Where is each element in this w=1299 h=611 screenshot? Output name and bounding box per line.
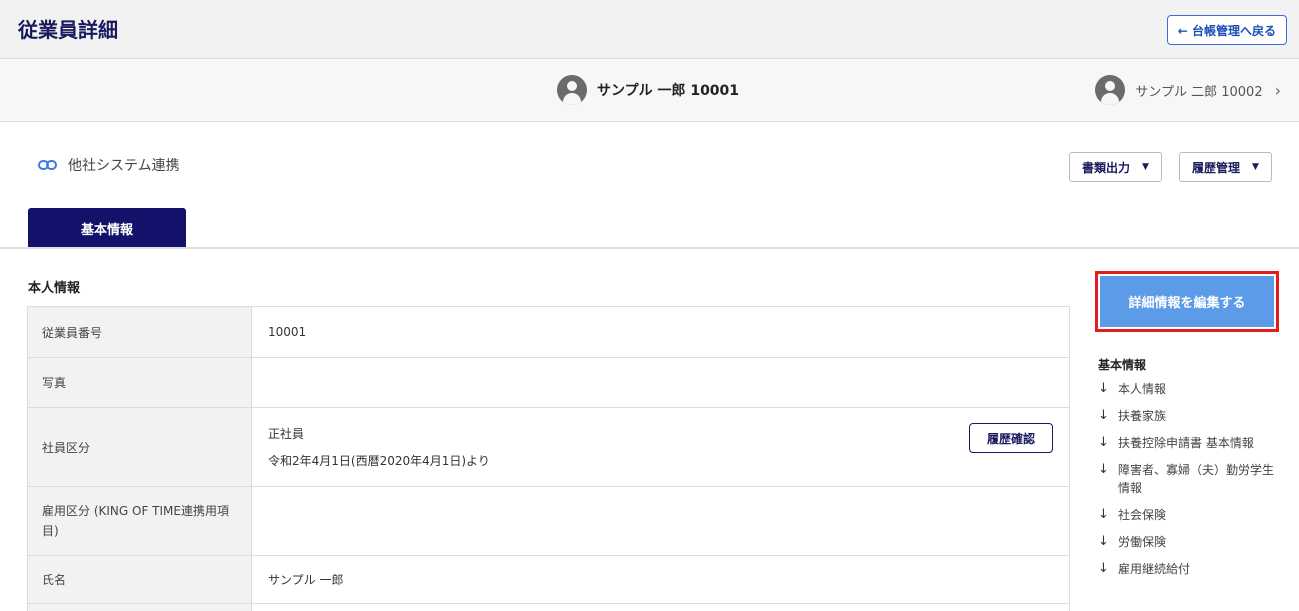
anchor-label: 扶養家族 xyxy=(1118,409,1167,423)
anchor-item[interactable]: ↓ 障害者、寡婦（夫）勤労学生情報 xyxy=(1098,461,1278,497)
current-employee: サンプル 一郎 10001 xyxy=(557,75,739,105)
current-employee-name: サンプル 一郎 10001 xyxy=(597,83,740,99)
employee-type-since: 令和2年4月1日(西暦2020年4月1日)より xyxy=(268,454,490,468)
integration-link[interactable]: 他社システム連携 xyxy=(38,155,180,175)
arrow-down-icon: ↓ xyxy=(1098,408,1109,423)
anchor-item[interactable]: ↓ 本人情報 xyxy=(1098,380,1278,398)
integration-link-label: 他社システム連携 xyxy=(68,158,180,174)
row-label: 氏名 xyxy=(27,555,252,604)
arrow-down-icon: ↓ xyxy=(1098,561,1109,576)
tab-divider xyxy=(0,247,1299,249)
employee-type-cell: 履歴確認 正社員 令和2年4月1日(西暦2020年4月1日)より xyxy=(251,407,1070,487)
table-row: 写真 xyxy=(27,357,1070,408)
caret-down-icon: ▼ xyxy=(1142,162,1149,172)
section-anchor-list: ↓ 本人情報 ↓ 扶養家族 ↓ 扶養控除申請書 基本情報 ↓ 障害者、寡婦（夫）勤労学生… xyxy=(1098,380,1278,587)
row-label: 写真 xyxy=(27,357,252,408)
documents-dropdown-button[interactable]: 書類出力 ▼ xyxy=(1069,152,1162,182)
edit-details-button[interactable]: 詳細情報を編集する xyxy=(1100,276,1274,327)
anchor-item[interactable]: ↓ 労働保険 xyxy=(1098,533,1278,551)
row-value xyxy=(251,603,1070,611)
anchor-label: 本人情報 xyxy=(1118,382,1167,396)
row-label: 社員区分 xyxy=(27,407,252,487)
anchor-label: 扶養控除申請書 基本情報 xyxy=(1118,436,1254,450)
next-employee-link[interactable]: サンプル 二郎 10002 › xyxy=(1095,75,1281,105)
arrow-down-icon: ↓ xyxy=(1098,462,1109,477)
row-value: 10001 xyxy=(251,306,1070,358)
top-bar: 従業員詳細 ← 台帳管理へ戻る xyxy=(0,0,1299,58)
anchor-item[interactable]: ↓ 扶養家族 xyxy=(1098,407,1278,425)
back-to-ledger-button[interactable]: ← 台帳管理へ戻る xyxy=(1166,15,1287,45)
table-row: 雇用区分 (KING OF TIME連携用項目) xyxy=(27,486,1070,556)
row-label: 雇用区分 (KING OF TIME連携用項目) xyxy=(27,486,252,556)
anchor-label: 労働保険 xyxy=(1118,535,1167,549)
row-value xyxy=(251,486,1070,556)
back-button-label: ← 台帳管理へ戻る xyxy=(1177,23,1276,38)
history-dropdown-label: 履歴管理 xyxy=(1192,160,1241,175)
arrow-down-icon: ↓ xyxy=(1098,381,1109,396)
anchor-item[interactable]: ↓ 社会保険 xyxy=(1098,506,1278,524)
avatar-icon xyxy=(557,75,587,105)
history-dropdown-button[interactable]: 履歴管理 ▼ xyxy=(1179,152,1272,182)
arrow-down-icon: ↓ xyxy=(1098,534,1109,549)
table-row: 氏名 サンプル 一郎 xyxy=(27,555,1070,604)
sidebar-heading: 基本情報 xyxy=(1098,358,1147,372)
section-title: 本人情報 xyxy=(28,281,81,296)
table-row: 従業員番号 10001 xyxy=(27,306,1070,358)
row-label: 従業員番号 xyxy=(27,306,252,358)
history-check-button[interactable]: 履歴確認 xyxy=(969,423,1053,453)
anchor-item[interactable]: ↓ 扶養控除申請書 基本情報 xyxy=(1098,434,1278,452)
link-icon xyxy=(38,160,58,170)
arrow-down-icon: ↓ xyxy=(1098,507,1109,522)
employee-navigator: サンプル 一郎 10001 サンプル 二郎 10002 › xyxy=(0,58,1299,122)
employment-type-label: 雇用区分 (KING OF TIME連携用項目) xyxy=(42,504,229,538)
chevron-right-icon: › xyxy=(1274,80,1281,100)
anchor-label: 社会保険 xyxy=(1118,508,1167,522)
row-value: サンプル 一郎 xyxy=(251,555,1070,604)
personal-info-table: 従業員番号 10001 写真 社員区分 履歴確認 正社員 令和2年4月1日(西暦… xyxy=(27,306,1070,611)
arrow-down-icon: ↓ xyxy=(1098,435,1109,450)
next-employee-name: サンプル 二郎 10002 xyxy=(1135,84,1263,100)
photo-cell xyxy=(251,357,1070,408)
anchor-label: 障害者、寡婦（夫）勤労学生情報 xyxy=(1118,463,1275,495)
anchor-item[interactable]: ↓ 雇用継続給付 xyxy=(1098,560,1278,578)
table-row xyxy=(27,603,1070,611)
avatar-icon xyxy=(1095,75,1126,105)
employee-type-value: 正社員 xyxy=(268,427,305,441)
caret-down-icon: ▼ xyxy=(1252,162,1259,172)
anchor-label: 雇用継続給付 xyxy=(1118,562,1191,576)
table-row: 社員区分 履歴確認 正社員 令和2年4月1日(西暦2020年4月1日)より xyxy=(27,407,1070,487)
row-label xyxy=(27,603,252,611)
documents-dropdown-label: 書類出力 xyxy=(1082,160,1131,175)
page-title: 従業員詳細 xyxy=(18,18,118,42)
tab-basic-info[interactable]: 基本情報 xyxy=(28,208,186,248)
